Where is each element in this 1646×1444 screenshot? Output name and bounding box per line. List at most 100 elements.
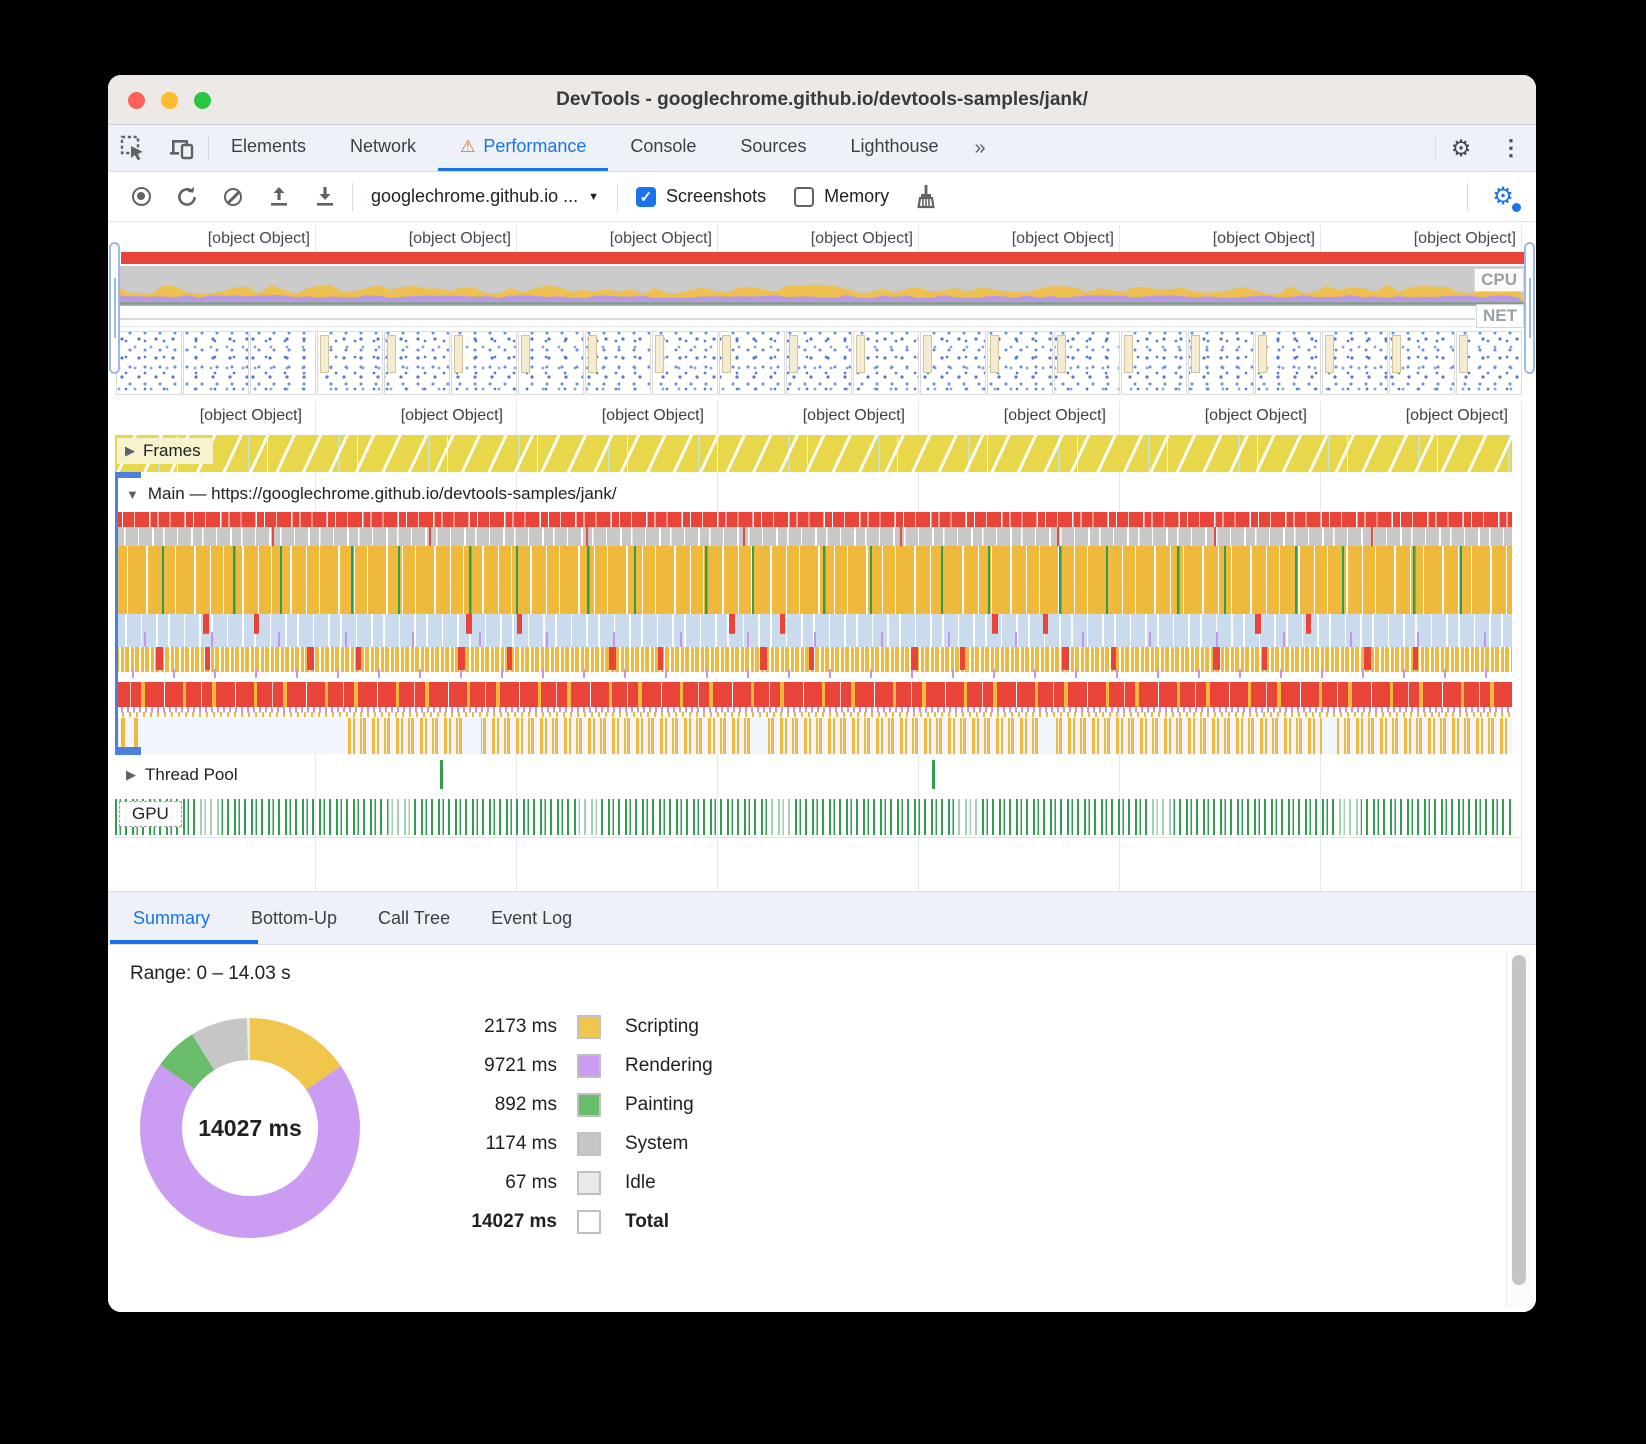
filmstrip-thumbnail[interactable] (987, 331, 1053, 395)
collect-garbage-button[interactable] (903, 177, 949, 217)
tab-network[interactable]: Network (328, 125, 438, 171)
filmstrip-thumbnail[interactable] (518, 331, 584, 395)
frames-track-band[interactable] (115, 435, 1512, 472)
devtools-window: DevTools - googlechrome.github.io/devtoo… (108, 75, 1536, 1312)
gpu-track-header[interactable]: GPU (119, 801, 182, 827)
capture-settings-gear-icon[interactable]: ⚙ (1480, 177, 1526, 217)
filmstrip-thumbnail[interactable] (1255, 331, 1321, 395)
donut-total-label: 14027 ms (198, 1115, 302, 1142)
filmstrip-thumbnail[interactable] (1389, 331, 1455, 395)
clear-recording-button[interactable] (210, 177, 256, 217)
filmstrip-thumbnail[interactable] (853, 331, 919, 395)
close-window-button[interactable] (128, 92, 145, 109)
ruler-label: [object Object] (718, 401, 919, 431)
flamechart-timer-row[interactable] (115, 718, 1512, 754)
zoom-window-button[interactable] (194, 92, 211, 109)
kebab-menu-icon[interactable]: ⋮ (1486, 125, 1536, 171)
timeline-time-ruler[interactable]: [object Object][object Object][object Ob… (115, 401, 1522, 431)
filmstrip-thumbnail[interactable] (1456, 331, 1522, 395)
scrollbar-thumb[interactable] (1512, 955, 1526, 1285)
memory-checkbox[interactable]: Memory (780, 186, 903, 207)
filmstrip-thumbnail[interactable] (1121, 331, 1187, 395)
collapse-arrow-icon: ▼ (126, 487, 139, 502)
filmstrip-thumbnail[interactable] (1054, 331, 1120, 395)
filmstrip-thumbnail[interactable] (384, 331, 450, 395)
filmstrip-thumbnail[interactable] (317, 331, 383, 395)
overview-long-tasks-bar[interactable] (115, 252, 1526, 264)
legend-swatch (577, 1093, 601, 1117)
filmstrip-thumbnail[interactable] (786, 331, 852, 395)
minimize-window-button[interactable] (161, 92, 178, 109)
legend-swatch (577, 1210, 601, 1234)
filmstrip-thumbnail[interactable] (1322, 331, 1388, 395)
legend-row: 1174 ms System (427, 1124, 713, 1163)
legend-value: 1174 ms (427, 1133, 557, 1155)
legend-value: 2173 ms (427, 1016, 557, 1038)
filmstrip (116, 328, 1522, 398)
legend-row: 2173 ms Scripting (427, 1007, 713, 1046)
flamechart-layout-row[interactable] (115, 647, 1512, 678)
legend-value: 9721 ms (427, 1055, 557, 1077)
ruler-label: [object Object] (718, 225, 919, 252)
ruler-label: [object Object] (115, 401, 316, 431)
ruler-label: [object Object] (316, 225, 517, 252)
thread-pool-track[interactable]: ▶ Thread Pool (115, 757, 1522, 793)
tab-call-tree[interactable]: Call Tree (378, 908, 450, 929)
flamechart-style-recalc-row[interactable] (115, 614, 1512, 647)
tab-lighthouse[interactable]: Lighthouse (828, 125, 960, 171)
filmstrip-thumbnail[interactable] (116, 331, 182, 395)
filmstrip-thumbnail[interactable] (652, 331, 718, 395)
ruler-label: [object Object] (316, 401, 517, 431)
filmstrip-thumbnail[interactable] (719, 331, 785, 395)
inspect-element-button[interactable] (108, 125, 158, 171)
tab-event-log[interactable]: Event Log (491, 908, 572, 929)
more-tabs-button[interactable]: » (961, 125, 1000, 171)
tab-elements[interactable]: Elements (209, 125, 328, 171)
expand-arrow-icon: ▶ (126, 767, 136, 783)
load-profile-button[interactable] (256, 177, 302, 217)
net-label: NET (1476, 304, 1524, 328)
reload-and-record-button[interactable] (164, 177, 210, 217)
thread-pool-event[interactable] (440, 760, 443, 789)
flamechart-task-row[interactable] (115, 527, 1512, 546)
separator (352, 183, 353, 211)
flamechart-long-tasks-row[interactable] (115, 512, 1512, 527)
tab-summary[interactable]: Summary (133, 908, 210, 929)
main-track-header[interactable]: ▼ Main — https://googlechrome.github.io/… (126, 478, 617, 510)
flamechart-paint-ticks-row[interactable] (115, 707, 1512, 717)
filmstrip-thumbnail[interactable] (585, 331, 651, 395)
save-profile-button[interactable] (302, 177, 348, 217)
separator (617, 183, 618, 211)
thread-pool-event[interactable] (932, 760, 935, 789)
filmstrip-thumbnail[interactable] (451, 331, 517, 395)
tab-sources[interactable]: Sources (718, 125, 828, 171)
tab-performance[interactable]: ⚠ Performance (438, 125, 608, 171)
selection-top-handle[interactable] (115, 472, 141, 478)
device-toolbar-button[interactable] (158, 125, 208, 171)
overview-cpu-chart[interactable]: CPU (115, 264, 1526, 306)
flamechart-script-row-1[interactable] (115, 546, 1512, 580)
tab-bottom-up[interactable]: Bottom-Up (251, 908, 337, 929)
history-dropdown[interactable]: googlechrome.github.io ...▼ (357, 186, 613, 207)
record-button[interactable] (118, 177, 164, 217)
overview-time-ruler[interactable]: [object Object] [object Object] [object Ob… (115, 225, 1522, 252)
overview-left-drag-handle[interactable] (109, 242, 120, 374)
gpu-track[interactable]: GPU (115, 797, 1522, 837)
overview-right-drag-handle[interactable] (1524, 242, 1535, 374)
summary-scrollbar[interactable] (1506, 950, 1530, 1307)
gpu-activity-band[interactable] (115, 799, 1512, 835)
tab-console[interactable]: Console (608, 125, 718, 171)
settings-gear-icon[interactable]: ⚙ (1436, 125, 1486, 171)
screenshots-checkbox[interactable]: ✓ Screenshots (622, 186, 780, 207)
flamechart-script-row-2[interactable] (115, 580, 1512, 614)
overview-net-chart[interactable]: NET (115, 306, 1526, 327)
filmstrip-thumbnail[interactable] (920, 331, 986, 395)
frames-track-header[interactable]: ▶ Frames (117, 438, 213, 464)
ruler-label: [object Object] (1120, 225, 1321, 252)
performance-toolbar: googlechrome.github.io ...▼ ✓ Screenshot… (108, 172, 1536, 222)
flamechart-forced-reflow-row[interactable] (115, 682, 1512, 707)
filmstrip-thumbnail[interactable] (183, 331, 249, 395)
filmstrip-thumbnail[interactable] (250, 331, 316, 395)
selection-bottom-handle[interactable] (115, 747, 141, 755)
filmstrip-thumbnail[interactable] (1188, 331, 1254, 395)
